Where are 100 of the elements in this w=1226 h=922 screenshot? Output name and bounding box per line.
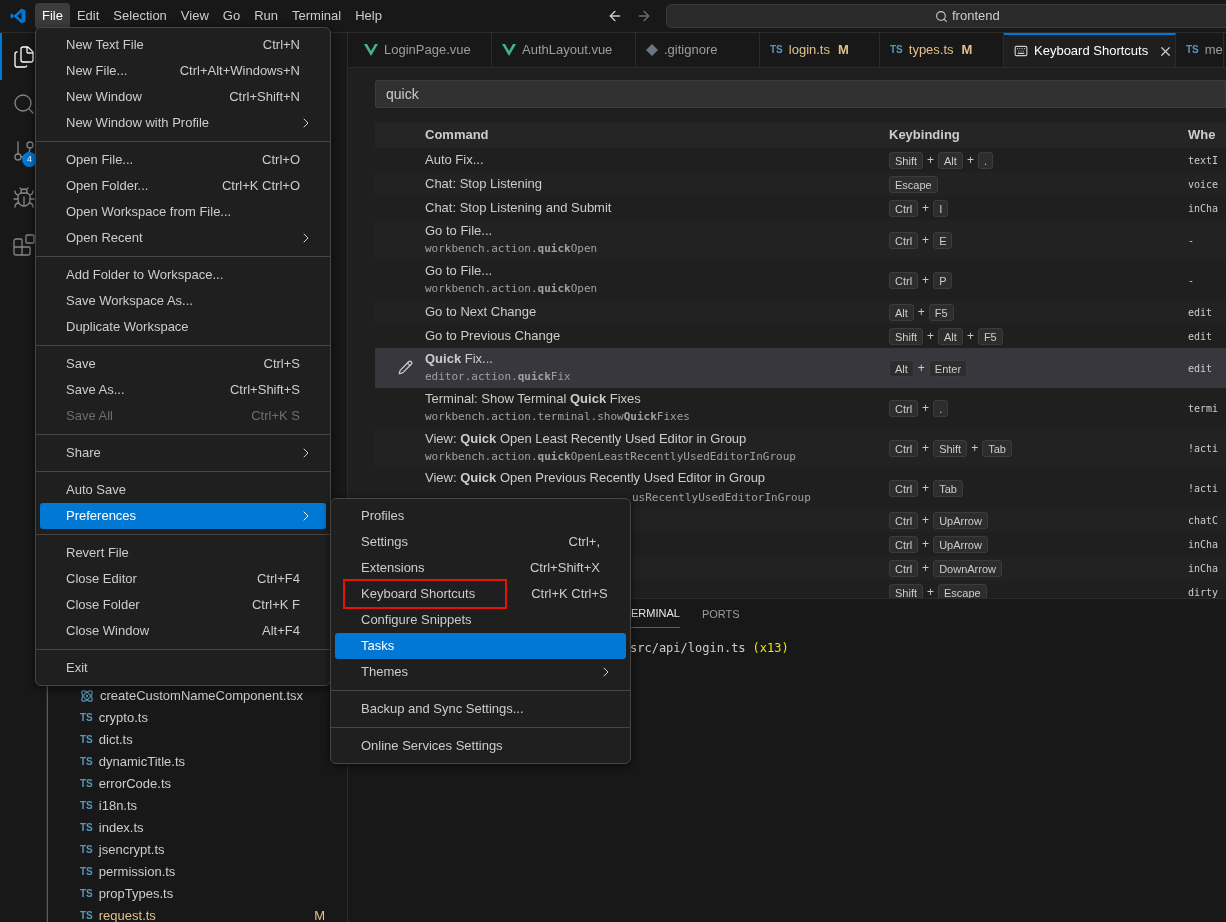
- command-name: Go to Previous Change: [425, 327, 562, 345]
- plus-sign: +: [922, 200, 930, 217]
- shortcut-row[interactable]: Quick Fix... editor.action.quickFix Alt + Enter edit: [375, 348, 1226, 388]
- menu-item[interactable]: Preferences: [40, 503, 326, 529]
- file-tree-item[interactable]: TS propTypes.ts: [47, 883, 347, 905]
- menu-item[interactable]: Duplicate Workspace: [40, 314, 326, 340]
- file-tree-item[interactable]: TS errorCode.ts: [47, 773, 347, 795]
- plus-sign: +: [922, 272, 930, 289]
- editor-tab[interactable]: AuthLayout.vue: [492, 33, 636, 67]
- plus-sign: +: [927, 584, 935, 598]
- ts-file-icon: TS: [1186, 45, 1199, 55]
- key-cap: F5: [928, 303, 954, 321]
- command-name: Go to File...: [425, 262, 494, 280]
- menu-bar-item[interactable]: Run: [247, 3, 285, 29]
- editor-tab[interactable]: TS me: [1176, 33, 1224, 67]
- menu-item[interactable]: New Window with Profile: [40, 110, 326, 136]
- ts-file-icon: TS: [890, 45, 903, 55]
- when-clause: edit: [1188, 329, 1214, 344]
- key-cap: I: [933, 199, 949, 217]
- menu-item[interactable]: Tasks: [335, 633, 626, 659]
- file-tree-item[interactable]: TS jsencrypt.ts: [47, 839, 347, 861]
- menu-item[interactable]: New Window Ctrl+Shift+N: [40, 84, 326, 110]
- plus-sign: +: [966, 152, 974, 169]
- menu-bar-item[interactable]: Go: [215, 3, 248, 29]
- terminal-count: (x13): [752, 640, 789, 657]
- command-name: Chat: Stop Listening and Submit: [425, 199, 613, 217]
- editor-tab[interactable]: LoginPage.vue: [348, 33, 492, 67]
- command-id: workbench.action.terminal.showQuickFixes: [425, 409, 691, 425]
- file-tree-item[interactable]: TS index.ts: [47, 817, 347, 839]
- search-field[interactable]: quick: [375, 80, 1226, 108]
- ts-file-icon: TS: [80, 779, 93, 789]
- when-clause: -: [1188, 273, 1196, 288]
- editor-tab[interactable]: Keyboard Shortcuts: [1004, 33, 1176, 67]
- plus-sign: +: [922, 232, 930, 249]
- edit-icon[interactable]: [398, 360, 413, 375]
- menu-bar-item[interactable]: Help: [348, 3, 389, 29]
- key-cap: .: [933, 399, 949, 417]
- ts-file-icon: TS: [80, 845, 93, 855]
- menu-item[interactable]: Save As... Ctrl+Shift+S: [40, 377, 326, 403]
- key-cap: Ctrl: [889, 231, 919, 249]
- terminal-text: src/api/login.ts: [630, 640, 746, 657]
- command-id: workbench.action.quickOpenLeastRecentlyUsedEditorInGroup: [425, 449, 797, 465]
- blocks-icon: [12, 232, 36, 257]
- key-cap: Alt: [938, 327, 963, 345]
- file-tree-item[interactable]: TS permission.ts: [47, 861, 347, 883]
- key-cap: Tab: [982, 439, 1012, 457]
- diamond-icon: [646, 44, 658, 56]
- when-clause: -: [1188, 233, 1196, 248]
- menu-item[interactable]: New File... Ctrl+Alt+Windows+N: [40, 58, 326, 84]
- key-cap: Shift: [889, 583, 923, 598]
- menu-item[interactable]: Close Window Alt+F4: [40, 618, 326, 644]
- editor-tab[interactable]: TS login.ts M: [760, 33, 880, 67]
- key-cap: Ctrl: [889, 559, 919, 577]
- menu-item[interactable]: Auto Save: [40, 477, 326, 503]
- menu-item[interactable]: Revert File: [40, 540, 326, 566]
- when-clause: edit: [1188, 305, 1214, 320]
- ts-file-icon: TS: [80, 911, 93, 921]
- plus-sign: +: [922, 560, 930, 577]
- menu-item[interactable]: Close Folder Ctrl+K F: [40, 592, 326, 618]
- editor-tab[interactable]: .gitignore: [636, 33, 760, 67]
- when-clause: !acti: [1188, 441, 1220, 456]
- plus-sign: +: [922, 440, 930, 457]
- command-name: View: Quick Open Previous Recently Used Editor in Group: [425, 469, 767, 487]
- key-cap: Ctrl: [889, 511, 919, 529]
- menu-item[interactable]: Open Workspace from File...: [40, 199, 326, 225]
- when-clause: inCha: [1188, 537, 1220, 552]
- menu-item[interactable]: Open Folder... Ctrl+K Ctrl+O: [40, 173, 326, 199]
- menu-bar-item[interactable]: Terminal: [285, 3, 349, 29]
- when-clause: !acti: [1188, 481, 1220, 496]
- menu-item[interactable]: Open Recent: [40, 225, 326, 251]
- menu-item[interactable]: Close Editor Ctrl+F4: [40, 566, 326, 592]
- panel-tab[interactable]: PORTS: [701, 600, 740, 628]
- command-id: usRecentlyUsedEditorInGroup: [632, 490, 812, 506]
- menu-item[interactable]: Themes: [335, 659, 626, 685]
- command-center-text: frontend: [952, 7, 1000, 26]
- menu-item[interactable]: Configure Snippets: [335, 607, 626, 633]
- menu-item[interactable]: Share: [40, 440, 326, 466]
- command-center[interactable]: frontend: [666, 4, 1226, 28]
- key-cap: Ctrl: [889, 399, 919, 417]
- menu-bar-item[interactable]: File: [35, 3, 70, 29]
- key-cap: DownArrow: [933, 559, 1002, 577]
- command-id: workbench.action.quickOpen: [425, 281, 599, 297]
- file-tree-item[interactable]: TS i18n.ts: [47, 795, 347, 817]
- menu-bar-item[interactable]: Selection: [106, 3, 174, 29]
- menu-bar-item[interactable]: Edit: [69, 3, 107, 29]
- table-header: Command Keybinding Whe: [375, 122, 1226, 148]
- command-name: Chat: Stop Listening: [425, 175, 544, 193]
- menu-item[interactable]: New Text File Ctrl+N: [40, 32, 326, 58]
- menu-item[interactable]: Open File... Ctrl+O: [40, 147, 326, 173]
- bug-icon: [12, 185, 36, 210]
- menu-item[interactable]: Save Ctrl+S: [40, 351, 326, 377]
- plus-sign: +: [922, 400, 930, 417]
- key-cap: Shift: [889, 151, 923, 169]
- menu-item[interactable]: Exit: [40, 655, 326, 681]
- ts-file-icon: TS: [80, 801, 93, 811]
- menu-item[interactable]: Save Workspace As...: [40, 288, 326, 314]
- menu-item[interactable]: Add Folder to Workspace...: [40, 262, 326, 288]
- menu-bar-item[interactable]: View: [173, 3, 216, 29]
- command-name: Quick Fix...: [425, 350, 494, 368]
- command-name: Go to Next Change: [425, 303, 538, 321]
